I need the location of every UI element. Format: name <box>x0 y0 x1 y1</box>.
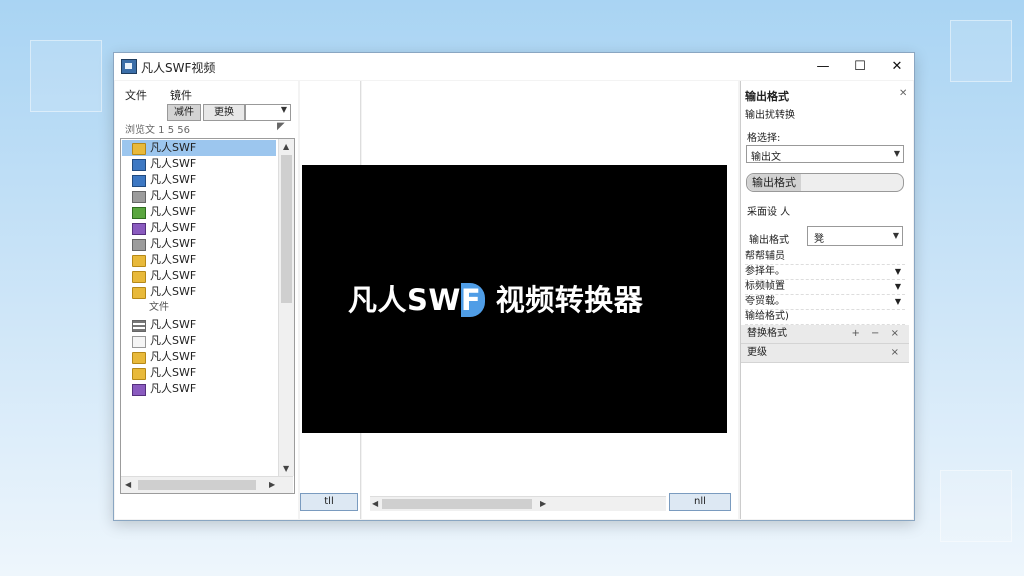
menu-edit[interactable]: 镜件 <box>170 87 192 103</box>
format-select-value: 凳 <box>814 234 824 245</box>
list-icon <box>132 320 146 332</box>
tree-item[interactable]: 凡人SWF <box>122 188 276 204</box>
tree-item[interactable]: 凡人SWF <box>122 156 276 172</box>
folder-icon <box>132 287 146 299</box>
tree-item[interactable]: 凡人SWF <box>122 381 276 397</box>
property-row[interactable]: 参择年。 ▼ <box>745 264 905 280</box>
right-panel: 输出格式 ✕ 输出扰转换 格选择: 输出文 ▼ 输出格式 采面设 人 输出格式 … <box>740 81 913 519</box>
maximize-button[interactable]: ☐ <box>840 53 880 80</box>
tree-item[interactable]: 凡人SWF <box>122 252 276 268</box>
scroll-up-icon[interactable]: ▲ <box>283 142 289 151</box>
menu-file[interactable]: 文件 <box>125 87 147 103</box>
chevron-down-icon: ▼ <box>892 231 899 240</box>
breadcrumb: 浏览文 1 5 56 <box>125 125 190 136</box>
chevron-down-icon: ▼ <box>894 297 901 306</box>
chevron-down-icon: ▼ <box>894 282 901 291</box>
tree-item[interactable]: 凡人SWF <box>122 317 276 333</box>
output-format-segment[interactable]: 输出格式 <box>746 173 904 192</box>
scroll-thumb[interactable] <box>138 480 256 490</box>
file-tree: 凡人SWF 凡人SWF 凡人SWF 凡人SWF 凡人SWF 凡人SWF 凡人SW… <box>120 138 295 494</box>
title-bar: 凡人SWF视频 — ☐ ✕ <box>114 53 914 80</box>
breadcrumb-arrow-icon[interactable]: ◤ <box>277 121 285 132</box>
property-row[interactable]: 帮帮辅员 <box>745 249 905 265</box>
app-logo-icon <box>121 59 137 74</box>
folder-icon <box>132 271 146 283</box>
format-label: 输出格式 <box>749 235 789 246</box>
background-tile <box>940 470 1012 542</box>
tree-item[interactable]: 凡人SWF <box>122 333 276 349</box>
minimize-button[interactable]: — <box>803 53 843 80</box>
paint-icon <box>132 384 146 396</box>
panel-pin-icon[interactable]: ✕ <box>899 88 907 99</box>
chevron-down-icon: ▼ <box>893 149 900 158</box>
row-actions[interactable]: × <box>891 344 903 362</box>
swf-file-icon <box>132 159 146 171</box>
tree-item[interactable]: 凡人SWF <box>122 349 276 365</box>
output-format-button[interactable]: 输出格式 <box>747 174 801 191</box>
banner-text-tail: 视频转换器 <box>485 283 644 317</box>
section-title: 采面设 人 <box>747 207 791 218</box>
tab-replace[interactable]: 更换 <box>203 104 245 121</box>
output-select[interactable]: 输出文 ▼ <box>746 145 904 163</box>
format-select[interactable]: 凳 ▼ <box>807 226 903 246</box>
property-row[interactable]: 夸贸载。 ▼ <box>745 294 905 310</box>
output-select-value: 输出文 <box>751 152 781 163</box>
left-panel: 文件 镜件 ✕ 减件 更换 ▼ 浏览文 1 5 56 ◤ 凡人SWF 凡人SWF… <box>115 81 359 519</box>
tree-item[interactable]: 凡人SWF <box>122 220 276 236</box>
strip-button[interactable]: tll <box>300 493 358 511</box>
brush-icon <box>132 191 146 203</box>
media-icon <box>132 223 146 235</box>
folder-icon <box>132 352 146 364</box>
tree-item[interactable]: 凡人SWF <box>122 172 276 188</box>
video-preview: 凡人SWF 视频转换器 <box>302 165 727 433</box>
property-row[interactable]: 输给格式) <box>745 309 905 325</box>
tree-item[interactable]: 凡人SWF <box>122 236 276 252</box>
list-item[interactable]: 更级 × <box>741 344 909 363</box>
product-banner: 凡人SWF 视频转换器 <box>348 277 643 319</box>
scroll-right-icon[interactable]: ▶ <box>269 480 275 489</box>
scroll-left-icon[interactable]: ◀ <box>125 480 131 489</box>
folder-icon <box>132 255 146 267</box>
banner-accent: F <box>460 283 486 317</box>
property-row[interactable]: 标频帧置 ▼ <box>745 279 905 295</box>
tab-filter[interactable]: 减件 <box>167 104 201 121</box>
tree-item[interactable]: 凡人SWF <box>122 365 276 381</box>
view-dropdown[interactable]: ▼ <box>245 104 291 121</box>
panel-subtitle: 输出扰转换 <box>745 110 795 121</box>
tree-item[interactable]: 凡人SWF <box>122 140 276 156</box>
row-actions[interactable]: + − × <box>852 325 904 343</box>
list-item[interactable]: 替换格式 + − × <box>741 325 909 344</box>
scroll-down-icon[interactable]: ▼ <box>283 464 289 473</box>
banner-text: 凡人SW <box>348 283 461 317</box>
tree-item[interactable]: 凡人SWF <box>122 268 276 284</box>
app-window: 凡人SWF视频 — ☐ ✕ 文件 镜件 ✕ 减件 更换 ▼ 浏览文 1 5 56… <box>113 52 915 521</box>
pen-icon <box>132 239 146 251</box>
preview-nav-button[interactable]: nll <box>669 493 731 511</box>
tree-item[interactable]: 凡人SWF <box>122 204 276 220</box>
folder-icon <box>132 368 146 380</box>
tree-vertical-scrollbar[interactable]: ▲ ▼ <box>278 139 294 476</box>
background-tile <box>30 40 102 112</box>
tree-horizontal-scrollbar[interactable]: ◀ ▶ <box>121 476 293 493</box>
tree-item[interactable]: 凡人SWF <box>122 284 276 300</box>
scroll-thumb[interactable] <box>382 499 532 509</box>
image-icon <box>132 207 146 219</box>
close-button[interactable]: ✕ <box>877 53 917 80</box>
tree-group-label: 文件 <box>149 302 169 313</box>
folder-icon <box>132 143 146 155</box>
scroll-thumb[interactable] <box>281 155 292 303</box>
tool-icon <box>132 175 146 187</box>
window-title: 凡人SWF视频 <box>141 61 216 75</box>
window-icon <box>132 336 146 348</box>
background-tile <box>950 20 1012 82</box>
panel-title: 输出格式 <box>745 90 789 103</box>
preview-horizontal-scrollbar[interactable]: ◀ ▶ <box>370 496 666 511</box>
scroll-left-icon[interactable]: ◀ <box>372 499 378 508</box>
select-label: 格选择: <box>747 133 781 144</box>
scroll-right-icon[interactable]: ▶ <box>540 499 546 508</box>
chevron-down-icon: ▼ <box>894 267 901 276</box>
